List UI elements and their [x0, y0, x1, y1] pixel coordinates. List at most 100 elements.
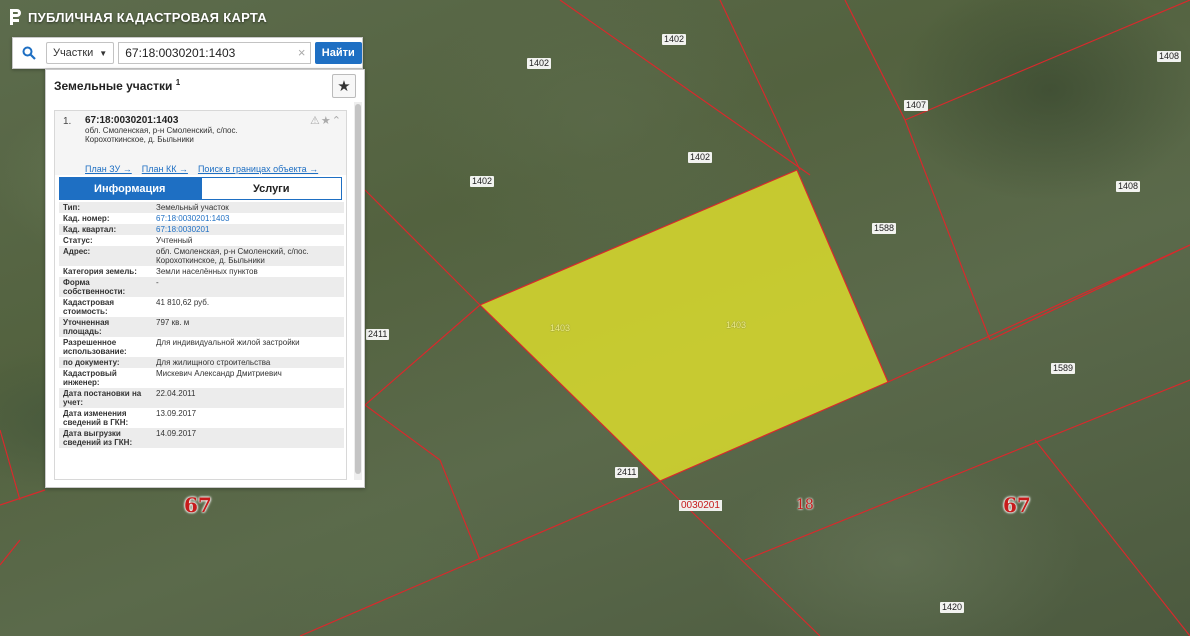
search-button[interactable]: Найти — [314, 42, 362, 64]
attribute-key: Дата изменения сведений в ГКН: — [63, 409, 129, 427]
search-type-label: Участки — [52, 47, 94, 59]
attribute-row: Тип: Земельный участок — [59, 202, 344, 213]
result-index: 1. — [63, 116, 72, 127]
selected-parcel[interactable] — [478, 169, 889, 482]
parcel-label[interactable]: 2411 — [615, 467, 639, 478]
attribute-row: Адрес: обл. Смоленская, р-н Смоленский, с… — [59, 246, 344, 266]
parcel-label[interactable]: 2411 — [366, 329, 390, 340]
panel-title-text: Земельные участки — [54, 79, 173, 93]
result-links: План ЗУ → План КК → Поиск в границах объ… — [55, 161, 346, 175]
result-cadastral-number[interactable]: 67:18:0030201:1403 — [85, 115, 178, 126]
star-icon: ★ — [337, 78, 351, 95]
result-count: 1 — [175, 78, 181, 87]
attribute-row: Статус: Учтенный — [59, 235, 344, 246]
warning-icon[interactable]: ⚠ — [310, 115, 321, 127]
search-bar: Участки ▼ 67:18:0030201:1403 × Найти — [12, 37, 363, 69]
attribute-value: Земельный участок — [152, 202, 344, 213]
parcel-label[interactable]: 1408 — [1157, 51, 1182, 62]
attribute-key: Адрес: — [59, 246, 152, 266]
attribute-row: Кадастровая стоимость: 41 810,62 руб. — [59, 297, 344, 317]
chevron-up-icon[interactable]: ⌃ — [332, 115, 342, 127]
district-label: 67 — [184, 493, 212, 517]
attribute-row: Дата постановки на учет: 22.04.2011 — [59, 388, 344, 408]
result-address: обл. Смоленская, р-н Смоленский, с/пос. … — [85, 126, 238, 144]
star-icon[interactable]: ★ — [321, 115, 332, 127]
tabs: Информация Услуги — [59, 177, 342, 200]
attribute-key: Категория земель: — [63, 267, 137, 276]
scrollbar[interactable] — [354, 102, 362, 480]
attribute-value: 13.09.2017 — [156, 409, 197, 418]
search-type-select[interactable]: Участки ▼ — [45, 42, 115, 64]
parcel-label[interactable]: 1420 — [940, 602, 965, 613]
chevron-down-icon: ▼ — [99, 48, 108, 58]
attribute-key: Дата постановки на учет: — [59, 388, 152, 408]
parcel-label[interactable]: 1402 — [470, 176, 495, 187]
favorite-button[interactable]: ★ — [332, 74, 356, 98]
parcel-label[interactable]: 1407 — [904, 100, 929, 111]
search-input[interactable]: 67:18:0030201:1403 × — [118, 42, 311, 64]
attribute-value: Учтенный — [156, 236, 193, 245]
attribute-row: Уточненная площадь: 797 кв. м — [59, 317, 344, 337]
attribute-value: - — [152, 277, 344, 297]
attribute-row: Кад. номер: 67:18:0030201:1403 — [59, 213, 344, 224]
search-input-value: 67:18:0030201:1403 — [125, 46, 236, 60]
parcel-label-selected[interactable]: 1403 — [548, 323, 572, 334]
attribute-value: Для индивидуальной жилой застройки — [156, 338, 300, 347]
tab-services[interactable]: Услуги — [200, 177, 342, 200]
attribute-row: Разрешенное использование: Для индивидуал… — [59, 337, 344, 357]
app-header: ПУБЛИЧНАЯ КАДАСТРОВАЯ КАРТА — [8, 8, 267, 26]
attribute-value: Для жилищного строительства — [152, 357, 344, 368]
results-list: 1. 67:18:0030201:1403 обл. Смоленская, р… — [54, 110, 347, 480]
attribute-value: Земли населённых пунктов — [156, 267, 258, 276]
parcel-label[interactable]: 1408 — [1116, 181, 1141, 192]
attribute-key: Кад. номер: — [63, 214, 110, 223]
attribute-value: 797 кв. м — [152, 317, 344, 337]
attribute-key: Кадастровый инженер: — [63, 369, 117, 387]
panel-title: Земельные участки 1 — [54, 78, 180, 93]
attribute-value: 41 810,62 руб. — [156, 298, 210, 307]
attribute-value: Мискевич Александр Дмитриевич — [156, 369, 282, 378]
attribute-row: Кад. квартал: 67:18:0030201 — [59, 224, 344, 235]
attribute-row: Форма собственности: - — [59, 277, 344, 297]
attribute-row: Дата изменения сведений в ГКН: 13.09.2017 — [59, 408, 344, 428]
district-label: 67 — [1003, 493, 1031, 517]
plan-kk-link[interactable]: План КК → — [142, 164, 188, 175]
parcel-label[interactable]: 1588 — [872, 223, 897, 234]
attribute-value[interactable]: 67:18:0030201:1403 — [152, 213, 344, 224]
attribute-value: 22.04.2011 — [152, 388, 344, 408]
region-label: 18 — [796, 497, 814, 513]
result-actions: ⚠★⌃ — [310, 114, 342, 127]
attribute-key: Тип: — [59, 202, 152, 213]
scrollbar-thumb[interactable] — [355, 104, 361, 474]
search-bounds-link[interactable]: Поиск в границах объекта → — [198, 164, 318, 175]
plan-zu-link[interactable]: План ЗУ → — [85, 164, 132, 175]
result-item[interactable]: 1. 67:18:0030201:1403 обл. Смоленская, р… — [55, 111, 346, 161]
attribute-key: Форма собственности: — [59, 277, 152, 297]
app-title: ПУБЛИЧНАЯ КАДАСТРОВАЯ КАРТА — [28, 9, 268, 25]
search-icon[interactable] — [13, 38, 46, 68]
attribute-key: Уточненная площадь: — [59, 317, 152, 337]
tab-info[interactable]: Информация — [59, 177, 201, 200]
parcel-label[interactable]: 1402 — [527, 58, 552, 69]
parcel-label[interactable]: 1402 — [662, 34, 687, 45]
attributes-table: Тип: Земельный участок Кад. номер: 67:18:00… — [59, 202, 344, 448]
attribute-row: по документу: Для жилищного строительства — [59, 357, 344, 368]
attribute-key: по документу: — [59, 357, 152, 368]
attribute-row: Дата выгрузки сведений из ГКН: 14.09.2017 — [59, 428, 344, 448]
info-panel: Земельные участки 1 ★ 1. 67:18:0030201:1… — [45, 69, 365, 488]
attribute-key: Дата выгрузки сведений из ГКН: — [59, 428, 152, 448]
attribute-value[interactable]: 67:18:0030201 — [152, 224, 344, 235]
attribute-value: обл. Смоленская, р-н Смоленский, с/пос. … — [152, 246, 344, 266]
attribute-key: Разрешенное использование: — [63, 338, 127, 356]
attribute-row: Кадастровый инженер: Мискевич Александр Д… — [59, 368, 344, 388]
quarter-label[interactable]: 0030201 — [679, 500, 722, 511]
parcel-label[interactable]: 1589 — [1051, 363, 1076, 374]
attribute-key: Кадастровая стоимость: — [63, 298, 115, 316]
attribute-value: 14.09.2017 — [152, 428, 344, 448]
parcel-label[interactable]: 1402 — [688, 152, 713, 163]
rosreestr-logo-icon — [10, 9, 21, 25]
clear-icon[interactable]: × — [298, 45, 306, 60]
attribute-key: Статус: — [63, 236, 93, 245]
parcel-label-selected[interactable]: 1403 — [724, 320, 748, 331]
attribute-row: Категория земель: Земли населённых пункто… — [59, 266, 344, 277]
